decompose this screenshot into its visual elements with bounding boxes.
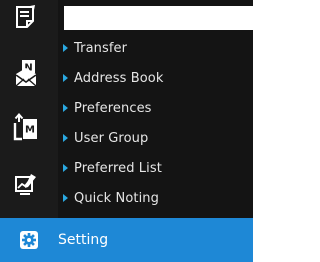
svg-text:M: M	[25, 125, 35, 136]
caret-right-icon	[63, 194, 68, 202]
mail-n-icon[interactable]: N	[0, 56, 52, 90]
caret-right-icon	[63, 134, 68, 142]
submenu-item-label: Preferences	[74, 100, 152, 116]
caret-right-icon	[63, 104, 68, 112]
caret-right-icon	[63, 164, 68, 172]
submenu-item-preferred-list[interactable]: Preferred List	[58, 154, 253, 182]
sidebar-menu: N M Transfer Address Book Preferences Us…	[0, 0, 253, 262]
caret-right-icon	[63, 44, 68, 52]
top-strip	[58, 0, 253, 34]
submenu-item-label: Quick Noting	[74, 190, 159, 206]
submenu-item-user-group[interactable]: User Group	[58, 124, 253, 152]
submenu-item-quick-noting[interactable]: Quick Noting	[58, 184, 253, 212]
setting-label: Setting	[58, 232, 109, 248]
submenu-item-label: User Group	[74, 130, 149, 146]
submenu-item-address-book[interactable]: Address Book	[58, 64, 253, 92]
submenu-item-preferences[interactable]: Preferences	[58, 94, 253, 122]
submenu-item-label: Address Book	[74, 70, 164, 86]
setting-menu-item[interactable]: Setting	[0, 218, 253, 262]
blank-field	[64, 6, 253, 30]
transfer-m-icon[interactable]: M	[0, 110, 52, 144]
chart-edit-icon[interactable]	[0, 168, 52, 202]
submenu-panel: Transfer Address Book Preferences User G…	[58, 34, 253, 218]
caret-right-icon	[63, 74, 68, 82]
submenu-item-label: Preferred List	[74, 160, 162, 176]
gear-icon	[0, 218, 58, 262]
submenu-item-label: Transfer	[74, 40, 128, 56]
submenu-item-transfer[interactable]: Transfer	[58, 34, 253, 62]
note-icon[interactable]	[0, 0, 52, 34]
